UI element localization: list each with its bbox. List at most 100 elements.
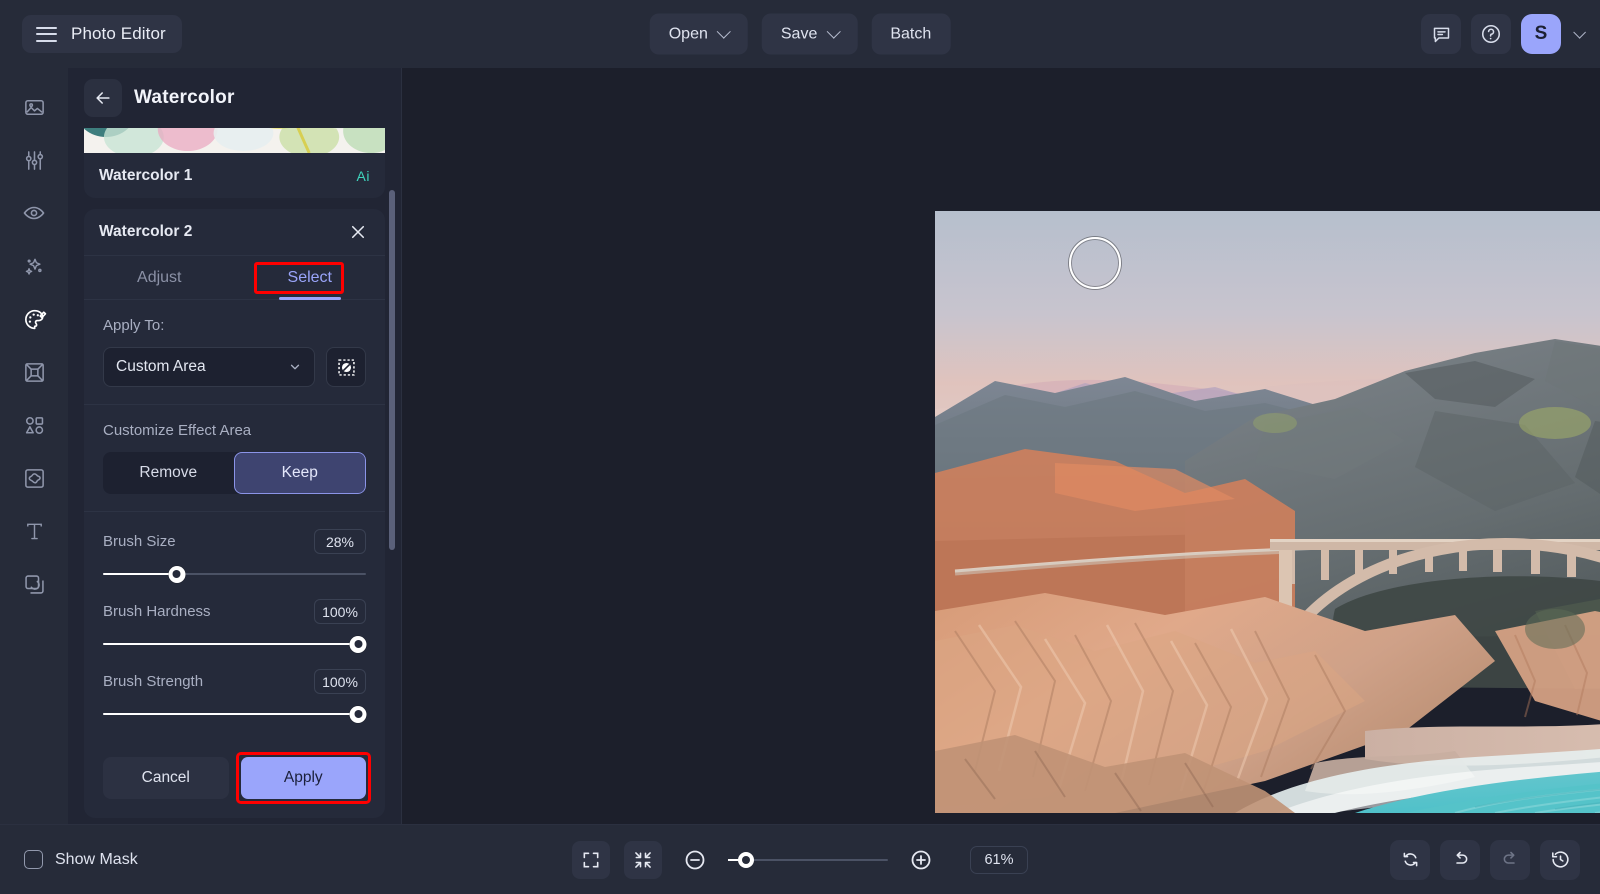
cancel-button[interactable]: Cancel [103,757,229,799]
apply-button[interactable]: Apply [240,757,366,799]
arrow-left-icon [96,92,110,104]
effect-name: Watercolor 2 [99,223,193,240]
effect-name: Watercolor 1 [99,166,193,184]
tab-adjust[interactable]: Adjust [84,256,235,299]
sparkles-icon [25,258,42,275]
zoom-out-icon [685,850,705,869]
keep-remove-toggle: Remove Keep [103,452,366,494]
brush-strength-value[interactable]: 100% [314,669,366,694]
shrink-to-fit-button[interactable] [624,840,662,879]
save-label: Save [780,25,818,42]
comment-icon [1433,27,1449,42]
help-button[interactable] [1471,14,1511,54]
layers-icon [24,574,44,594]
brush-size-control: Brush Size 28% [103,529,366,583]
sidebar-item-image[interactable] [13,86,55,128]
zoom-controls: 61% [572,840,1028,879]
open-button[interactable]: Open [649,13,748,55]
compare-icon [1403,852,1417,867]
brush-strength-slider[interactable] [103,705,367,723]
ai-badge: Ai [356,167,370,184]
frame-icon [24,362,44,382]
apply-to-select[interactable]: Custom Area [103,347,315,387]
apply-to-section: Apply To: Custom Area [84,300,385,405]
fit-screen-icon [583,852,599,867]
photo-editor-app: Photo Editor Open Save Batch S Watercolo… [0,0,1600,894]
history-button[interactable] [1540,839,1580,880]
brush-size-value[interactable]: 28% [314,529,366,554]
zoom-out-button[interactable] [676,841,714,879]
show-mask-label: Show Mask [55,850,138,868]
effect-card-watercolor-1[interactable]: Watercolor 1 Ai [84,128,385,198]
zoom-level-value[interactable]: 61% [970,845,1028,874]
effect-row-watercolor-1[interactable]: Watercolor 1 Ai [84,153,385,198]
brush-hardness-control: Brush Hardness 100% [103,599,367,653]
save-button[interactable]: Save [761,13,858,55]
brush-size-slider[interactable] [103,565,366,583]
brush-strength-knob[interactable] [349,705,367,723]
app-menu-button[interactable]: Photo Editor [22,15,182,53]
shapes-icon [25,416,43,434]
brush-hardness-slider[interactable] [103,635,367,653]
zoom-slider-knob[interactable] [737,851,754,868]
app-title: Photo Editor [71,24,166,43]
effect-header-watercolor-2: Watercolor 2 [84,209,385,256]
apply-to-value: Custom Area [116,358,206,375]
customize-label: Customize Effect Area [103,422,252,439]
sidebar-item-frame[interactable] [13,351,55,393]
customize-effect-area-section: Customize Effect Area Remove Keep [84,405,385,512]
panel-scrollbar[interactable] [389,190,395,550]
sidebar-item-effects[interactable] [13,298,55,340]
brush-hardness-value[interactable]: 100% [314,599,366,624]
account-group: S [1421,14,1586,54]
sidebar-item-shapes[interactable] [13,404,55,446]
undo-button[interactable] [1440,839,1480,880]
effect-actions: Cancel Apply [84,739,385,818]
bottom-toolbar: Show Mask 61% [0,824,1600,894]
file-actions-group: Open Save Batch [649,13,951,55]
tab-select[interactable]: Select [235,256,386,299]
compare-button[interactable] [1390,839,1430,880]
close-icon[interactable] [346,220,370,244]
fit-screen-button[interactable] [572,840,610,879]
selection-mask-button[interactable] [326,347,366,387]
top-toolbar: Photo Editor Open Save Batch S [0,0,1600,68]
sidebar-item-texture[interactable] [13,457,55,499]
image-canvas[interactable] [935,211,1600,813]
hamburger-icon [36,26,57,42]
remove-mode-button[interactable]: Remove [103,452,234,494]
brush-hardness-knob[interactable] [349,635,367,653]
keep-mode-button[interactable]: Keep [233,452,366,494]
sidebar-item-adjust[interactable] [13,139,55,181]
show-mask-toggle[interactable]: Show Mask [24,850,138,869]
editor-body: Watercolor Watercolor 1 Ai Watercolor 2 … [0,68,1600,824]
account-chevron-down-icon[interactable] [1573,25,1586,39]
show-mask-checkbox[interactable] [24,850,43,869]
watercolor-coastal-bridge-photo [935,211,1600,813]
zoom-in-button[interactable] [902,841,940,879]
sidebar-item-retouch[interactable] [13,192,55,234]
avatar[interactable]: S [1521,14,1561,54]
brush-strength-control: Brush Strength 100% [103,669,367,723]
brush-size-label: Brush Size [103,533,176,550]
selection-mask-icon [337,358,355,376]
history-icon [1551,851,1569,868]
chevron-down-icon [826,24,841,39]
panel-scroll-region: Watercolor 1 Ai Watercolor 2 Adjust Sele… [68,128,401,824]
sidebar-item-layers[interactable] [13,563,55,605]
text-icon [26,523,42,539]
open-label: Open [668,25,708,42]
batch-label: Batch [890,25,932,42]
chevron-down-icon [716,24,731,39]
batch-button[interactable]: Batch [871,13,951,55]
feedback-button[interactable] [1421,14,1461,54]
sidebar-item-ai-enhance[interactable] [13,245,55,287]
tool-rail [0,68,68,824]
redo-button[interactable] [1490,839,1530,880]
zoom-slider[interactable] [728,851,888,869]
shrink-icon [635,851,651,868]
apply-to-label: Apply To: [103,317,165,334]
sidebar-item-text[interactable] [13,510,55,552]
back-button[interactable] [84,79,122,117]
brush-size-knob[interactable] [168,565,186,583]
